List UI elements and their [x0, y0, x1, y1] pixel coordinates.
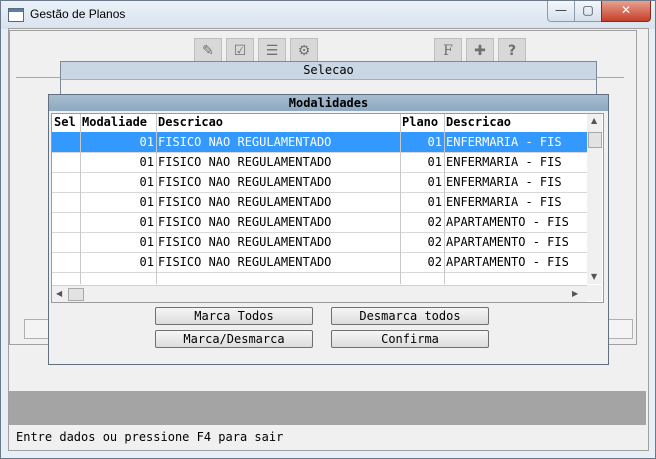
confirma-button[interactable]: Confirma	[331, 330, 489, 348]
cell-plano-descricao: ENFERMARIA - FIS	[446, 175, 562, 189]
cell-plano-descricao: ENFERMARIA - FIS	[446, 155, 562, 169]
table-row[interactable]: 01 FISICO NAO REGULAMENTADO 01 ENFERMARIA -…	[52, 172, 587, 193]
cell-descricao: FISICO NAO REGULAMENTADO	[158, 255, 332, 269]
cell-plano: 01	[427, 195, 442, 209]
cell-modalidade: 01	[139, 255, 154, 269]
cell-descricao: FISICO NAO REGULAMENTADO	[158, 235, 332, 249]
cell-modalidade: 01	[139, 155, 154, 169]
table-row[interactable]: 01 FISICO NAO REGULAMENTADO 02 APARTAMENTO …	[52, 232, 587, 253]
cell-plano-descricao: ENFERMARIA - FIS	[446, 195, 562, 209]
cell-modalidade: 01	[139, 175, 154, 189]
modalidades-title: Modalidades	[49, 95, 608, 111]
column-separator	[400, 114, 401, 284]
scroll-right-icon[interactable]: ▶	[572, 289, 578, 298]
title-bar[interactable]: Gestão de Planos — ▢ ✕	[1, 1, 655, 29]
horizontal-scrollbar[interactable]: ◀ ▶	[52, 285, 587, 302]
table-row[interactable]: 01 FISICO NAO REGULAMENTADO 02 APARTAMENTO …	[52, 212, 587, 233]
column-separator	[444, 114, 445, 284]
cell-modalidade: 01	[139, 215, 154, 229]
cell-modalidade: 01	[139, 195, 154, 209]
vertical-scrollbar[interactable]: ▲ ▼	[587, 114, 602, 284]
cell-plano-descricao: APARTAMENTO - FIS	[446, 235, 569, 249]
modalidades-dialog: Modalidades Sel Modaliade Descricao Plan…	[48, 94, 609, 365]
gray-panel	[9, 391, 646, 425]
scroll-up-icon[interactable]: ▲	[591, 116, 597, 125]
column-separator	[80, 114, 81, 284]
cell-descricao: FISICO NAO REGULAMENTADO	[158, 135, 332, 149]
table-row[interactable]: 01 FISICO NAO REGULAMENTADO 01 ENFERMARIA -…	[52, 192, 587, 213]
scroll-corner	[587, 285, 602, 301]
horizontal-scroll-thumb[interactable]	[68, 288, 84, 301]
status-text: Entre dados ou pressione F4 para sair	[16, 430, 284, 444]
cell-plano-descricao: APARTAMENTO - FIS	[446, 215, 569, 229]
close-button[interactable]: ✕	[601, 1, 651, 22]
column-header-modalidade[interactable]: Modaliade	[82, 115, 147, 129]
modalidades-grid[interactable]: Sel Modaliade Descricao Plano Descricao …	[51, 113, 604, 303]
window-title: Gestão de Planos	[30, 7, 126, 21]
column-header-plano[interactable]: Plano	[402, 115, 438, 129]
selecao-title: Selecao	[61, 62, 596, 80]
desmarca-todos-button[interactable]: Desmarca todos	[331, 307, 489, 325]
cell-modalidade: 01	[139, 135, 154, 149]
scroll-left-icon[interactable]: ◀	[56, 289, 62, 298]
column-header-plano-descricao[interactable]: Descricao	[446, 115, 511, 129]
table-row[interactable]: 01 FISICO NAO REGULAMENTADO 01 ENFERMARIA -…	[52, 132, 587, 153]
maximize-button[interactable]: ▢	[574, 1, 602, 22]
app-icon	[8, 8, 24, 22]
cell-plano: 01	[427, 155, 442, 169]
cell-plano: 01	[427, 135, 442, 149]
cell-plano-descricao: APARTAMENTO - FIS	[446, 255, 569, 269]
table-row[interactable]: 01 FISICO NAO REGULAMENTADO 02 APARTAMENTO …	[52, 252, 587, 273]
scroll-down-icon[interactable]: ▼	[591, 272, 597, 281]
minimize-button[interactable]: —	[547, 1, 575, 22]
cell-plano: 01	[427, 175, 442, 189]
cell-plano: 02	[427, 235, 442, 249]
cell-plano: 02	[427, 215, 442, 229]
left-field[interactable]	[24, 319, 50, 339]
cell-modalidade: 01	[139, 235, 154, 249]
table-row[interactable]: 01 FISICO NAO REGULAMENTADO 01 ENFERMARIA -…	[52, 152, 587, 173]
cell-descricao: FISICO NAO REGULAMENTADO	[158, 215, 332, 229]
cell-descricao: FISICO NAO REGULAMENTADO	[158, 155, 332, 169]
column-header-sel[interactable]: Sel	[54, 115, 76, 129]
vertical-scroll-thumb[interactable]	[588, 132, 602, 148]
cell-plano-descricao: ENFERMARIA - FIS	[446, 135, 562, 149]
cell-plano: 02	[427, 255, 442, 269]
status-bar: Entre dados ou pressione F4 para sair	[9, 427, 646, 448]
column-header-descricao[interactable]: Descricao	[158, 115, 223, 129]
cell-descricao: FISICO NAO REGULAMENTADO	[158, 195, 332, 209]
right-field[interactable]	[607, 319, 633, 339]
marca-todos-button[interactable]: Marca Todos	[155, 307, 313, 325]
marca-desmarca-button[interactable]: Marca/Desmarca	[155, 330, 313, 348]
cell-descricao: FISICO NAO REGULAMENTADO	[158, 175, 332, 189]
column-separator	[156, 114, 157, 284]
